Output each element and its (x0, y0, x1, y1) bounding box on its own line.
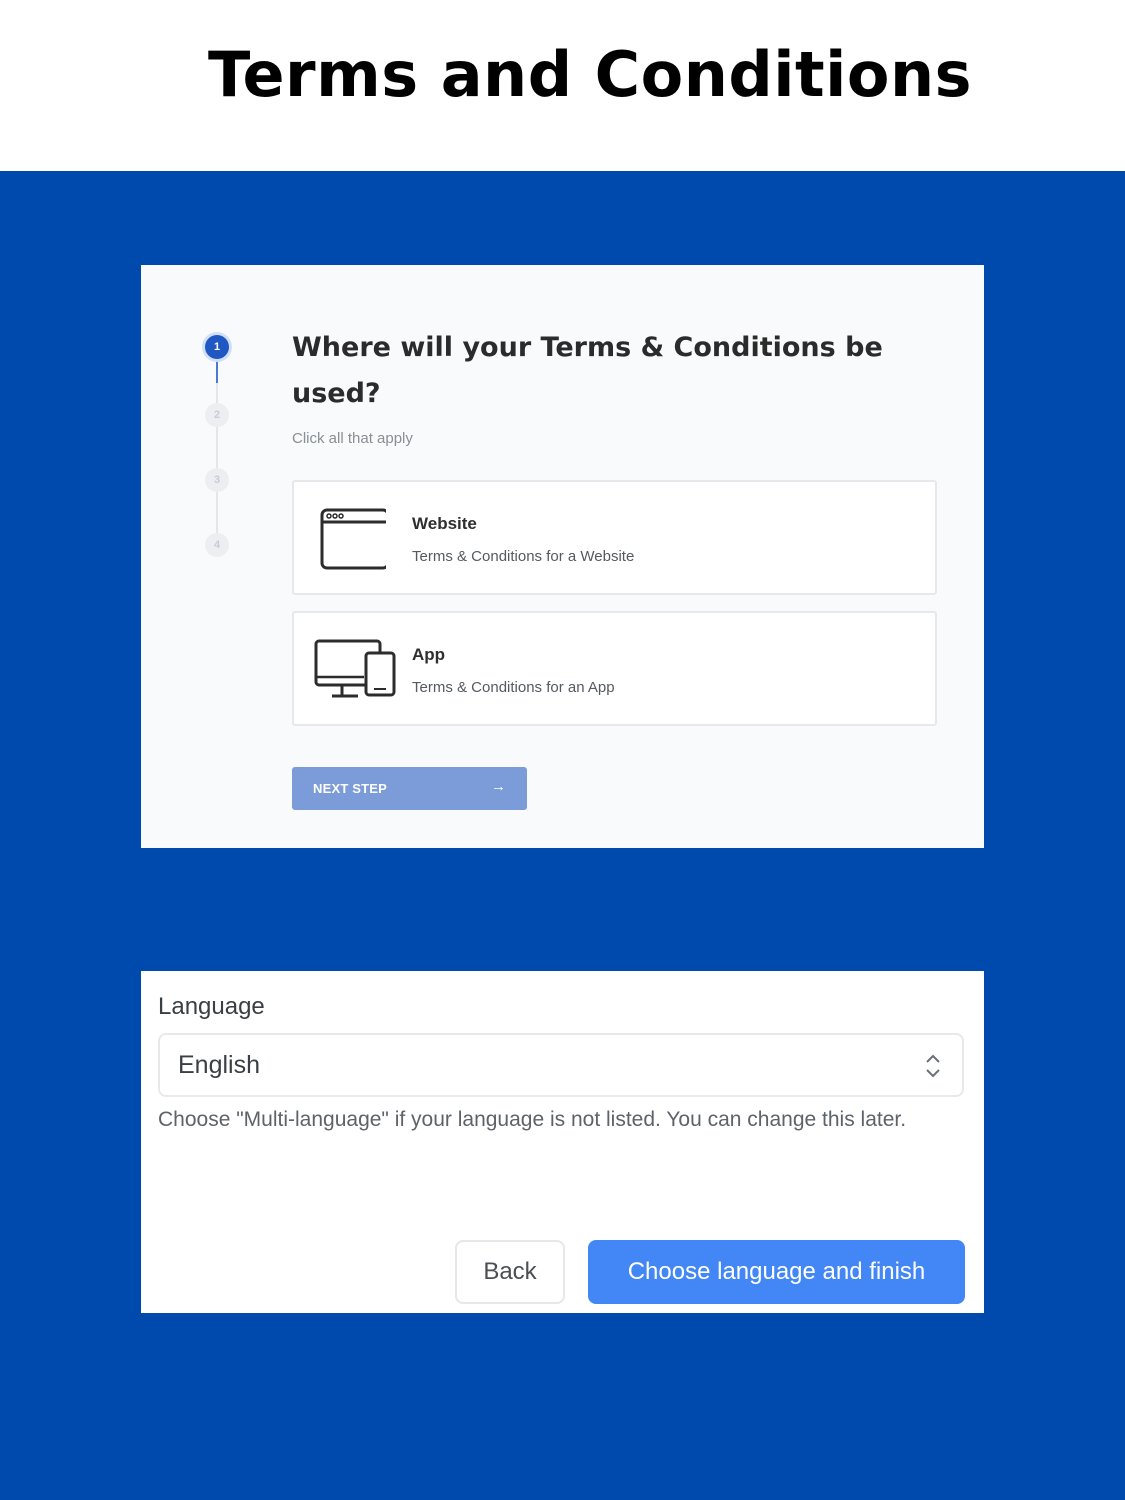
step-4-indicator: 4 (205, 533, 229, 557)
option-app-description: Terms & Conditions for an App (412, 679, 615, 696)
option-app[interactable]: App Terms & Conditions for an App (292, 611, 937, 726)
language-card: Language English Choose "Multi-language"… (141, 971, 984, 1313)
choose-language-finish-button[interactable]: Choose language and finish (588, 1240, 965, 1304)
language-help-text: Choose "Multi-language" if your language… (158, 1108, 907, 1131)
usage-selection-card: 1 2 3 4 Where will your Terms & Conditio… (141, 265, 984, 848)
next-step-label: NEXT STEP (313, 781, 388, 796)
question-heading: Where will your Terms & Conditions be us… (292, 332, 883, 409)
step-3-indicator: 3 (205, 468, 229, 492)
question-subtitle: Click all that apply (292, 430, 413, 447)
devices-icon (312, 637, 398, 706)
browser-window-icon (314, 504, 390, 575)
progress-stepper: 1 2 3 4 (201, 333, 233, 563)
option-website-description: Terms & Conditions for a Website (412, 548, 635, 565)
step-2-indicator: 2 (205, 403, 229, 427)
page-header: Terms and Conditions (0, 0, 1125, 171)
option-website-title: Website (412, 514, 477, 533)
arrow-right-icon: → (491, 778, 506, 795)
language-label: Language (158, 993, 265, 1020)
option-website[interactable]: Website Terms & Conditions for a Website (292, 480, 937, 595)
back-button[interactable]: Back (455, 1240, 565, 1304)
option-app-title: App (412, 645, 446, 664)
page-title: Terms and Conditions (207, 38, 973, 111)
language-select[interactable]: English (158, 1033, 964, 1097)
step-1-indicator: 1 (205, 335, 229, 359)
chevron-up-down-icon (924, 1051, 942, 1086)
language-selected-value: English (178, 1051, 260, 1079)
next-step-button[interactable]: NEXT STEP → (292, 767, 527, 810)
